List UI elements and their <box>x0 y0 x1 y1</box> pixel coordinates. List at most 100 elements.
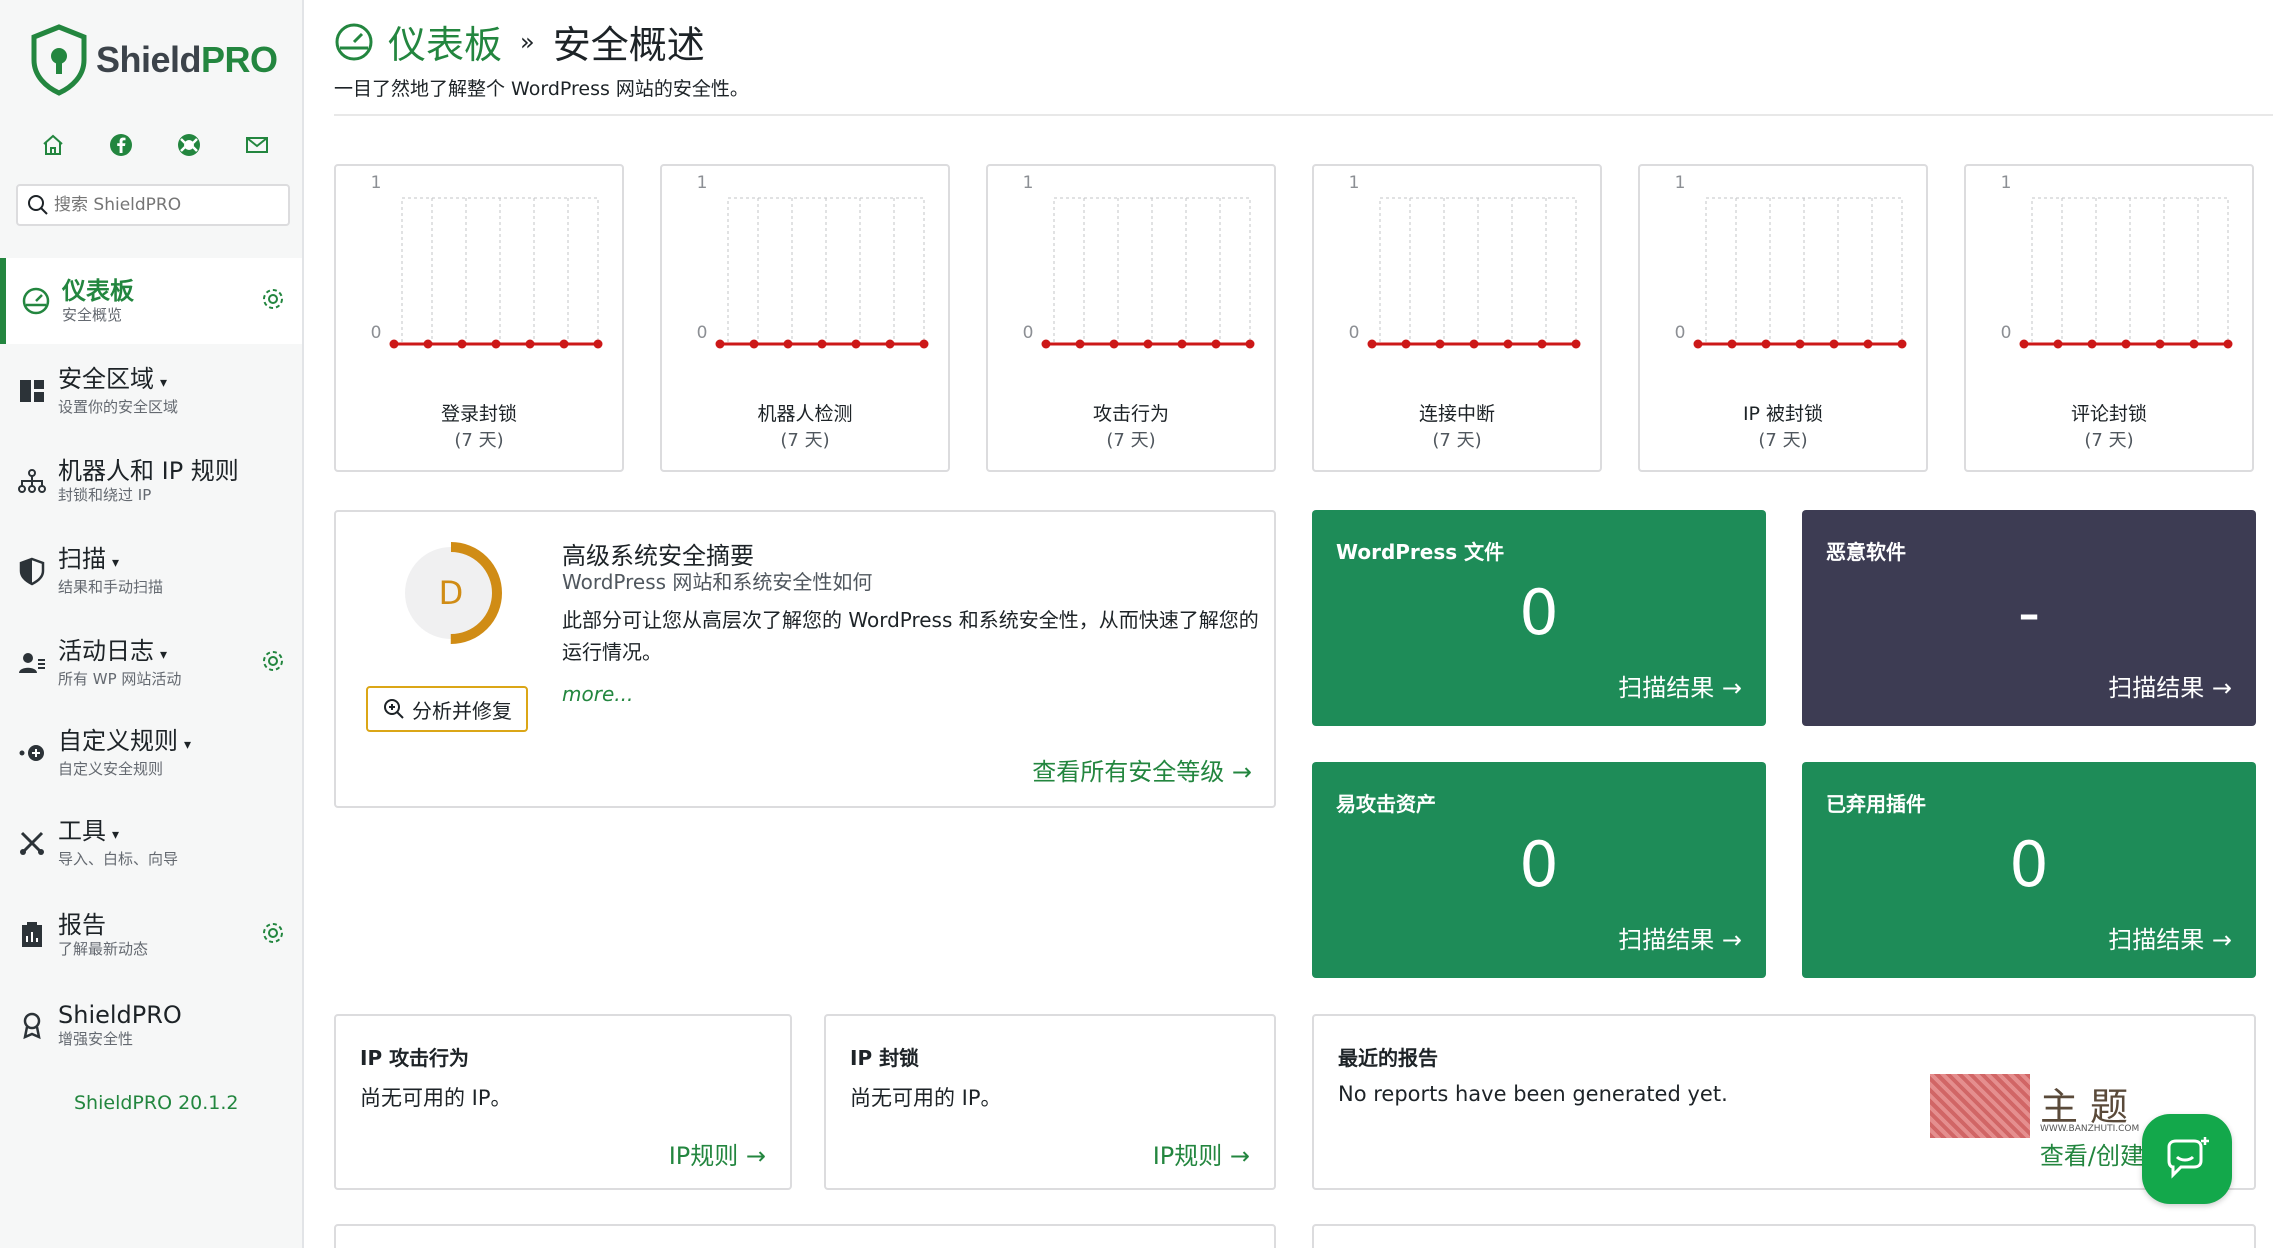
chart-card: 1 0 登录封锁 (7 天) <box>334 164 624 472</box>
chart-point <box>1537 339 1547 349</box>
sidebar-item-dashboard[interactable]: 仪表板 安全概览 <box>0 258 302 344</box>
chart-label: 连接中断 <box>1418 403 1495 425</box>
chart-point <box>1571 339 1581 349</box>
ip-rules-link[interactable]: IP规则 → <box>1153 1136 1250 1171</box>
nav-sub: 自定义安全规则 <box>58 760 164 778</box>
tile-malware[interactable]: 恶意软件 - 扫描结果 → <box>1802 510 2256 726</box>
tile-abandoned-plugins[interactable]: 已弃用插件 0 扫描结果 → <box>1802 762 2256 978</box>
caret-down-icon: ▾ <box>184 737 192 753</box>
chart-point <box>783 339 793 349</box>
version-label[interactable]: ShieldPRO 20.1.2 <box>74 1092 239 1114</box>
chart-point <box>1727 339 1737 349</box>
nav-title: 自定义规则 <box>58 727 178 755</box>
chart-point <box>1761 339 1771 349</box>
chart-label: IP 被封锁 <box>1742 403 1824 425</box>
chart-y-tick: 1 <box>1675 173 1686 193</box>
card-partial <box>1312 1224 2256 1248</box>
card-title: IP 封锁 <box>850 1046 920 1070</box>
network-icon <box>16 465 48 497</box>
tile-vulnerable-assets[interactable]: 易攻击资产 0 扫描结果 → <box>1312 762 1766 978</box>
chart-point <box>559 339 569 349</box>
card-text: 尚无可用的 IP。 <box>850 1086 1002 1110</box>
chart-point <box>1795 339 1805 349</box>
caret-down-icon: ▾ <box>160 375 168 391</box>
analyze-fix-button[interactable]: 分析并修复 <box>366 686 528 732</box>
sidebar-search[interactable] <box>16 184 290 226</box>
home-icon[interactable] <box>40 132 66 158</box>
chart-point <box>423 339 433 349</box>
sidebar-item-scans[interactable]: 扫描 ▾ 结果和手动扫描 <box>0 528 302 614</box>
nav-sub: 增强安全性 <box>58 1030 134 1048</box>
chart-period: (7 天) <box>1106 430 1156 451</box>
report-icon <box>16 919 48 951</box>
chart-point <box>1693 339 1703 349</box>
chart-y-tick: 0 <box>697 323 708 343</box>
scan-results-link[interactable]: 扫描结果 → <box>2108 668 2232 703</box>
gear-icon[interactable] <box>260 920 286 946</box>
facebook-icon[interactable] <box>108 132 134 158</box>
gear-icon[interactable] <box>260 286 286 312</box>
search-input[interactable] <box>54 195 274 215</box>
card-title: IP 攻击行为 <box>360 1046 470 1070</box>
chart-card: 1 0 攻击行为 (7 天) <box>986 164 1276 472</box>
chart-point <box>2223 339 2233 349</box>
ip-rules-link[interactable]: IP规则 → <box>669 1136 766 1171</box>
nav-sub: 所有 WP 网站活动 <box>58 670 182 688</box>
chart-y-tick: 1 <box>371 173 382 193</box>
scan-results-link[interactable]: 扫描结果 → <box>1618 920 1742 955</box>
support-icon[interactable] <box>176 132 202 158</box>
search-icon <box>28 195 48 215</box>
watermark: 主题 WWW.BANZHUTI.COM <box>1930 1074 2170 1138</box>
chart-point <box>593 339 603 349</box>
gear-icon[interactable] <box>260 648 286 674</box>
chart-point <box>1211 339 1221 349</box>
chart-point <box>1367 339 1377 349</box>
tile-value: 0 <box>1519 828 1559 901</box>
scan-results-link[interactable]: 扫描结果 → <box>2108 920 2232 955</box>
mail-icon[interactable] <box>244 132 270 158</box>
chart-period: (7 天) <box>454 430 504 451</box>
logo[interactable]: ShieldPRO <box>30 24 278 96</box>
breadcrumb-dashboard[interactable]: 仪表板 <box>388 14 502 69</box>
chart-point <box>2121 339 2131 349</box>
sidebar-item-security-zones[interactable]: 安全区域 ▾ 设置你的安全区域 <box>0 348 302 434</box>
chart-point <box>1109 339 1119 349</box>
chart-period: (7 天) <box>1432 430 1482 451</box>
chart-login-blocks: 10 <box>371 173 603 349</box>
chart-y-tick: 1 <box>1349 173 1360 193</box>
chart-point <box>1503 339 1513 349</box>
chart-offenses: 10 <box>1023 173 1255 349</box>
dashboard-icon <box>20 285 52 317</box>
sidebar-item-bots-ip-rules[interactable]: 机器人和 IP 规则 封锁和绕过 IP <box>0 438 302 524</box>
sidebar-item-activity-log[interactable]: 活动日志 ▾ 所有 WP 网站活动 <box>0 620 302 706</box>
sidebar-item-custom-rules[interactable]: 自定义规则 ▾ 自定义安全规则 <box>0 710 302 796</box>
breadcrumb-separator: » <box>520 27 535 56</box>
chart-point <box>1245 339 1255 349</box>
sidebar-item-reports[interactable]: 报告 了解最新动态 <box>0 892 302 978</box>
view-create-reports-link[interactable]: 查看/创建 <box>2040 1136 2144 1171</box>
view-all-grades-link[interactable]: 查看所有安全等级 → <box>1032 752 1252 787</box>
chart-point <box>1829 339 1839 349</box>
security-grade-ring: D <box>400 542 502 644</box>
chart-point <box>457 339 467 349</box>
chart-period: (7 天) <box>780 430 830 451</box>
card-text: 尚无可用的 IP。 <box>360 1086 512 1110</box>
sidebar-item-tools[interactable]: 工具 ▾ 导入、白标、向导 <box>0 800 302 886</box>
chart-point <box>1143 339 1153 349</box>
nav-title: 仪表板 <box>62 277 134 305</box>
logo-text-pro: PRO <box>201 39 278 80</box>
card-partial <box>334 1224 1276 1248</box>
summary-more-link[interactable]: more... <box>562 682 633 706</box>
tile-wordpress-files[interactable]: WordPress 文件 0 扫描结果 → <box>1312 510 1766 726</box>
chat-button[interactable] <box>2142 1114 2232 1204</box>
chart-y-tick: 0 <box>1675 323 1686 343</box>
tile-title: 恶意软件 <box>1826 540 1906 564</box>
sidebar-item-shieldpro[interactable]: ShieldPRO 增强安全性 <box>0 982 302 1068</box>
chart-point <box>749 339 759 349</box>
scan-results-link[interactable]: 扫描结果 → <box>1618 668 1742 703</box>
chart-y-tick: 0 <box>2001 323 2012 343</box>
tile-value: 0 <box>1519 576 1559 649</box>
sidebar: ShieldPRO 仪表板安全概览 安全区域 ▾ 设置你的安全区域 机器人和 IP … <box>0 0 304 1248</box>
nav-sub: 封锁和绕过 IP <box>58 486 152 504</box>
chart-bot-detections: 10 <box>697 173 929 349</box>
